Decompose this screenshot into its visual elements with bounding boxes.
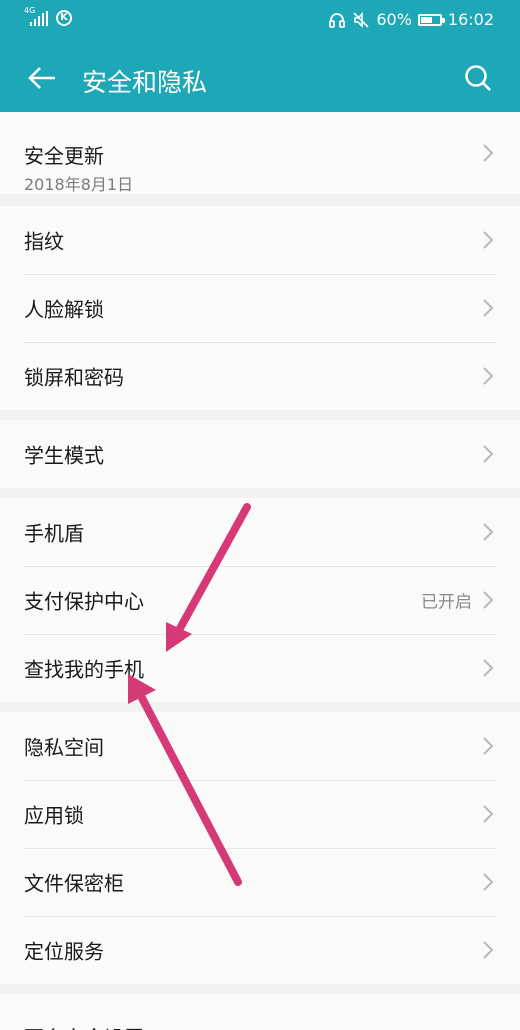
item-label: 人脸解锁 [24,297,104,322]
group-privacy: 隐私空间 应用锁 文件保密柜 定位服务 [0,712,520,984]
app-bar: 安全和隐私 [0,44,520,112]
chevron-right-icon [483,445,494,463]
item-label: 学生模式 [24,443,104,468]
list-item-private-space[interactable]: 隐私空间 [0,712,520,780]
item-label: 定位服务 [24,939,104,964]
list-item-security-update[interactable]: 安全更新 2018年8月1日 [0,112,520,194]
chevron-right-icon [483,231,494,249]
chevron-right-icon [483,591,494,609]
list-item-phone-shield[interactable]: 手机盾 [0,498,520,566]
item-label: 更多安全设置 [24,1022,144,1030]
battery-icon [417,13,445,26]
battery-percent: 60% [376,10,412,29]
list-item-file-safe[interactable]: 文件保密柜 [0,848,520,916]
status-right: 60% 16:02 [328,10,494,29]
item-label: 手机盾 [24,521,84,546]
list-item-app-lock[interactable]: 应用锁 [0,780,520,848]
signal-icon: 4G [24,6,50,26]
group-unlock: 指纹 人脸解锁 锁屏和密码 [0,206,520,410]
group-student-mode: 学生模式 [0,420,520,488]
item-label: 隐私空间 [24,735,104,760]
chevron-right-icon [483,367,494,385]
back-button[interactable] [22,58,62,98]
list-item-more-security-settings[interactable]: 更多安全设置 [0,994,520,1030]
list-item-face-unlock[interactable]: 人脸解锁 [0,274,520,342]
status-bar: 4G K 60% 16:02 [0,0,520,44]
item-subtitle: 2018年8月1日 [24,175,134,194]
list-item-lock-screen-password[interactable]: 锁屏和密码 [0,342,520,410]
item-label: 安全更新 [24,144,104,168]
item-label: 支付保护中心 [24,589,144,614]
group-phone-protection: 手机盾 支付保护中心 已开启 查找我的手机 [0,498,520,702]
chevron-right-icon [483,299,494,317]
item-label: 查找我的手机 [24,657,144,682]
page-title: 安全和隐私 [82,68,208,97]
list-item-student-mode[interactable]: 学生模式 [0,420,520,488]
group-security-update: 安全更新 2018年8月1日 [0,112,520,194]
list-item-location-services[interactable]: 定位服务 [0,916,520,984]
item-label: 指纹 [24,229,64,254]
chevron-right-icon [483,873,494,891]
item-label: 文件保密柜 [24,871,124,896]
search-button[interactable] [458,58,498,98]
search-icon [465,65,491,91]
headphone-icon [329,12,346,28]
item-label: 锁屏和密码 [24,365,124,390]
list-item-find-my-phone[interactable]: 查找我的手机 [0,634,520,702]
chevron-right-icon [483,737,494,755]
list-item-fingerprint[interactable]: 指纹 [0,206,520,274]
group-more: 更多安全设置 [0,994,520,1030]
status-left: 4G K [24,6,72,26]
chevron-right-icon [483,523,494,541]
clock: 16:02 [447,10,494,29]
list-item-payment-protection[interactable]: 支付保护中心 已开启 [0,566,520,634]
item-label: 应用锁 [24,803,84,828]
mute-icon [353,11,369,28]
chevron-right-icon [483,144,494,162]
chevron-right-icon [483,941,494,959]
chevron-right-icon [483,659,494,677]
arrow-left-icon [28,67,55,89]
k-app-icon: K [56,10,72,26]
chevron-right-icon [483,805,494,823]
status-text: 已开启 [421,592,472,613]
